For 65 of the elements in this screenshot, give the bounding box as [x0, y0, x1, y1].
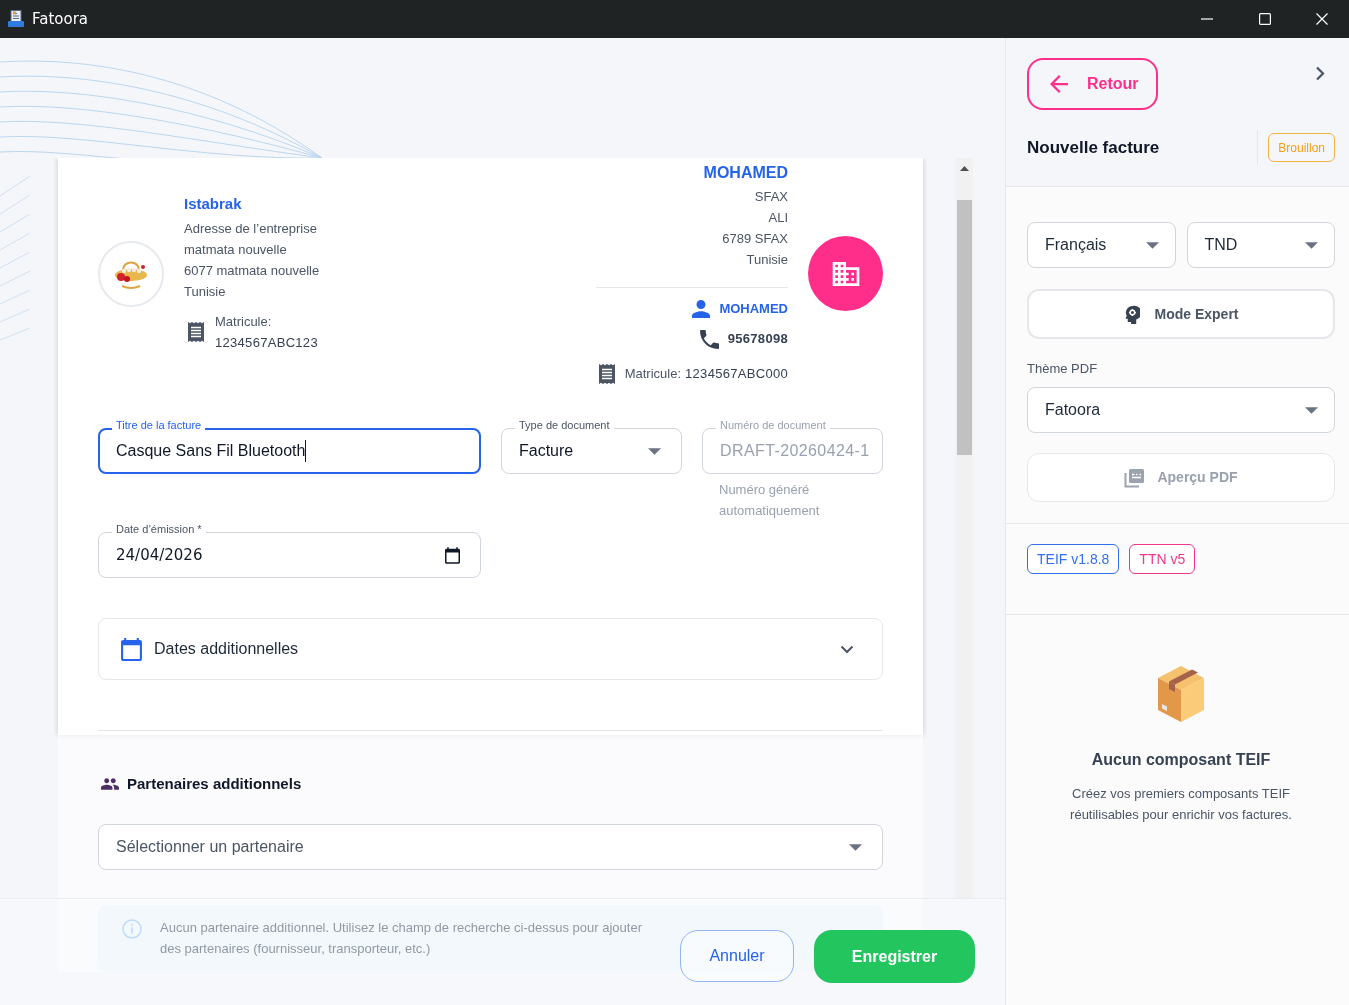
head-gear-icon	[1123, 304, 1141, 324]
caret-icon	[648, 447, 661, 455]
caret-icon	[1305, 241, 1318, 249]
matricule-label: Matricule:	[624, 365, 682, 384]
theme-select[interactable]: Fatoora	[1027, 387, 1335, 433]
phone-icon	[699, 329, 719, 349]
partner-select[interactable]: Sélectionner un partenaire	[98, 824, 883, 870]
arrow-left-icon	[1050, 75, 1068, 93]
cancel-button[interactable]: Annuler	[680, 930, 794, 982]
language-select[interactable]: Français	[1027, 222, 1176, 268]
field-label: Titre de la facture	[112, 418, 206, 432]
receipt-icon	[596, 364, 617, 384]
phone-number: 95678098	[727, 330, 788, 349]
contact-name: MOHAMED	[719, 300, 788, 319]
text-cursor-icon	[305, 440, 307, 462]
close-icon	[1315, 13, 1328, 25]
dates-accordion[interactable]: Dates additionnelles	[98, 618, 883, 680]
matricule-label: Matricule:	[215, 313, 273, 331]
empty-state-text: Créez vos premiers composants TEIF réutilisables pour enrichir vos factures.	[1069, 785, 1293, 824]
box-icon	[1156, 664, 1206, 724]
client-name: MOHAMED	[703, 163, 788, 183]
address-line: Tunisie	[746, 251, 788, 269]
chevron-right-icon[interactable]	[1315, 66, 1325, 81]
chevron-down-icon	[840, 644, 854, 654]
panel-title: Nouvelle facture	[1027, 136, 1160, 159]
empty-message: Aucun partenaire additionnel. Utilisez le champ de recherche ci-dessus pour ajouter des partenaires (fournisseur, transporteur, etc.)	[160, 919, 643, 958]
receipt-icon	[186, 322, 206, 342]
preview-pdf-button: Aperçu PDF	[1027, 453, 1335, 502]
window-title: Fatoora	[32, 8, 89, 30]
info-icon	[122, 919, 142, 939]
scrollbar-thumb[interactable]	[956, 200, 972, 455]
section-title: Partenaires additionnels	[127, 773, 302, 794]
address-line: Tunisie	[184, 283, 227, 301]
caret-icon	[849, 843, 862, 851]
calendar-icon	[121, 637, 142, 661]
address-line: Adresse de l’entreprise	[184, 220, 318, 238]
mode-expert-button[interactable]: Mode Expert	[1027, 289, 1335, 339]
helper-text: Numéro généré automatiquement	[718, 481, 821, 520]
address-line: 6077 matmata nouvelle	[184, 262, 320, 280]
status-badge: Brouillon	[1268, 133, 1335, 162]
caret-icon	[1145, 241, 1159, 249]
minimize-icon	[1201, 18, 1213, 20]
address-line: 6789 SFAX	[722, 230, 788, 248]
company-name: Istabrak	[184, 194, 243, 214]
address-line: SFAX	[754, 188, 788, 206]
matricule-value: 1234567ABC123	[215, 334, 318, 352]
maximize-icon	[1259, 13, 1271, 25]
address-line: ALI	[768, 209, 788, 227]
calendar-icon[interactable]	[445, 546, 460, 564]
caret-icon	[1305, 406, 1318, 414]
version-badge: TTN v5	[1129, 544, 1196, 574]
app-icon	[8, 10, 24, 28]
scroll-up-arrow-icon[interactable]	[959, 166, 969, 171]
person-icon	[692, 300, 711, 318]
field-label: Numéro de document	[716, 418, 830, 432]
address-line: matmata nouvelle	[184, 241, 288, 259]
empty-state-title: Aucun composant TEIF	[1091, 750, 1271, 770]
field-label: Thème PDF	[1027, 361, 1099, 377]
field-label: Type de document	[515, 418, 614, 432]
currency-select[interactable]: TND	[1186, 222, 1335, 268]
stacked-pages-icon	[1124, 467, 1146, 488]
field-label: Date d’émission *	[112, 522, 206, 536]
people-icon	[101, 778, 119, 790]
version-badge: TEIF v1.8.8	[1027, 544, 1120, 574]
matricule-value: 1234567ABC000	[685, 365, 788, 384]
